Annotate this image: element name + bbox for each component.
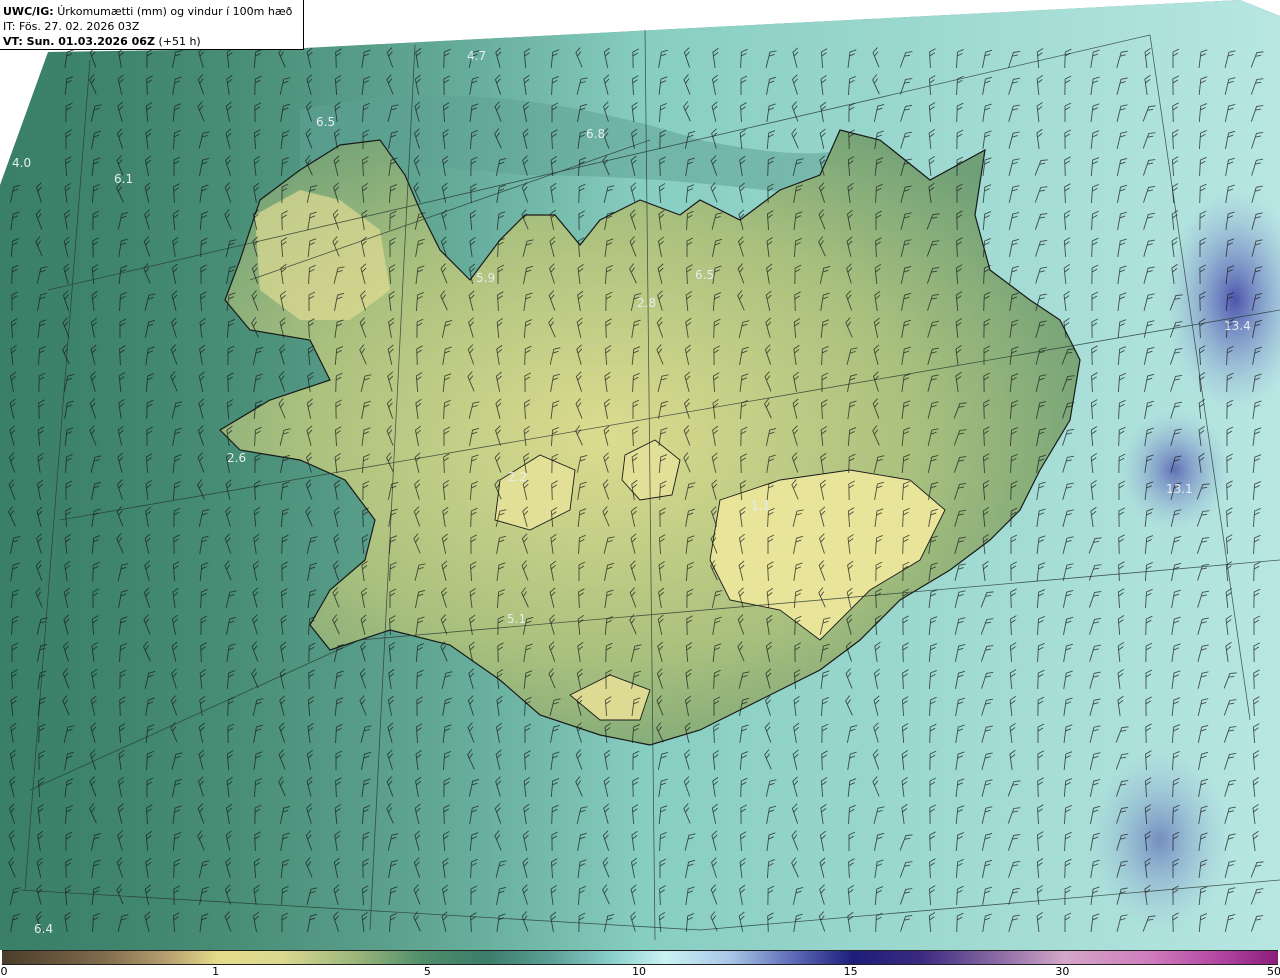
model-name: UWC/IG: — [3, 5, 54, 18]
map-value-label: 6.5 — [316, 115, 336, 129]
colorbar-tick-1: 1 — [212, 965, 220, 978]
colorbar-tick-50: 50 — [1267, 965, 1280, 978]
map-value-label: 1.1 — [751, 499, 771, 513]
map-value-label: 13.4 — [1224, 319, 1251, 333]
colorbar-tick-5: 5 — [423, 965, 431, 978]
colorbar-tick-15: 15 — [843, 965, 858, 978]
colorbar-tick-30: 30 — [1055, 965, 1070, 978]
colorbar-tick-10: 10 — [632, 965, 646, 978]
map-description: Úrkomumætti (mm) og vindur í 100m hæð — [57, 5, 293, 18]
map-value-label: 5.9 — [476, 271, 496, 285]
valid-time: VT: Sun. 01.03.2026 06Z — [3, 35, 155, 48]
colorbar-tick-0: 0 — [0, 965, 8, 978]
map-value-label: 2.6 — [227, 451, 247, 465]
map-value-label: 6.5 — [695, 268, 715, 282]
map-value-label: 4.0 — [12, 156, 32, 170]
colorbar-strip — [2, 950, 1278, 965]
map-value-label: 2.2 — [508, 470, 528, 484]
forecast-offset: (+51 h) — [158, 35, 201, 48]
colorbar: 0 1 5 10 15 30 50 — [0, 950, 1280, 978]
map-value-label: 13.1 — [1166, 482, 1193, 496]
map-header: UWC/IG: Úrkomumætti (mm) og vindur í 100… — [0, 0, 304, 50]
forecast-map — [0, 0, 1280, 950]
map-value-label: 5.1 — [507, 612, 527, 626]
initial-time: IT: Fös. 27. 02. 2026 03Z — [3, 20, 140, 33]
map-value-label: 6.8 — [586, 127, 606, 141]
map-frame: UWC/IG: Úrkomumætti (mm) og vindur í 100… — [0, 0, 1280, 978]
map-value-label: 6.4 — [34, 922, 54, 936]
map-value-label: 2.8 — [637, 296, 657, 310]
map-value-label: 6.1 — [114, 172, 134, 186]
map-value-label: 4.7 — [467, 49, 487, 63]
